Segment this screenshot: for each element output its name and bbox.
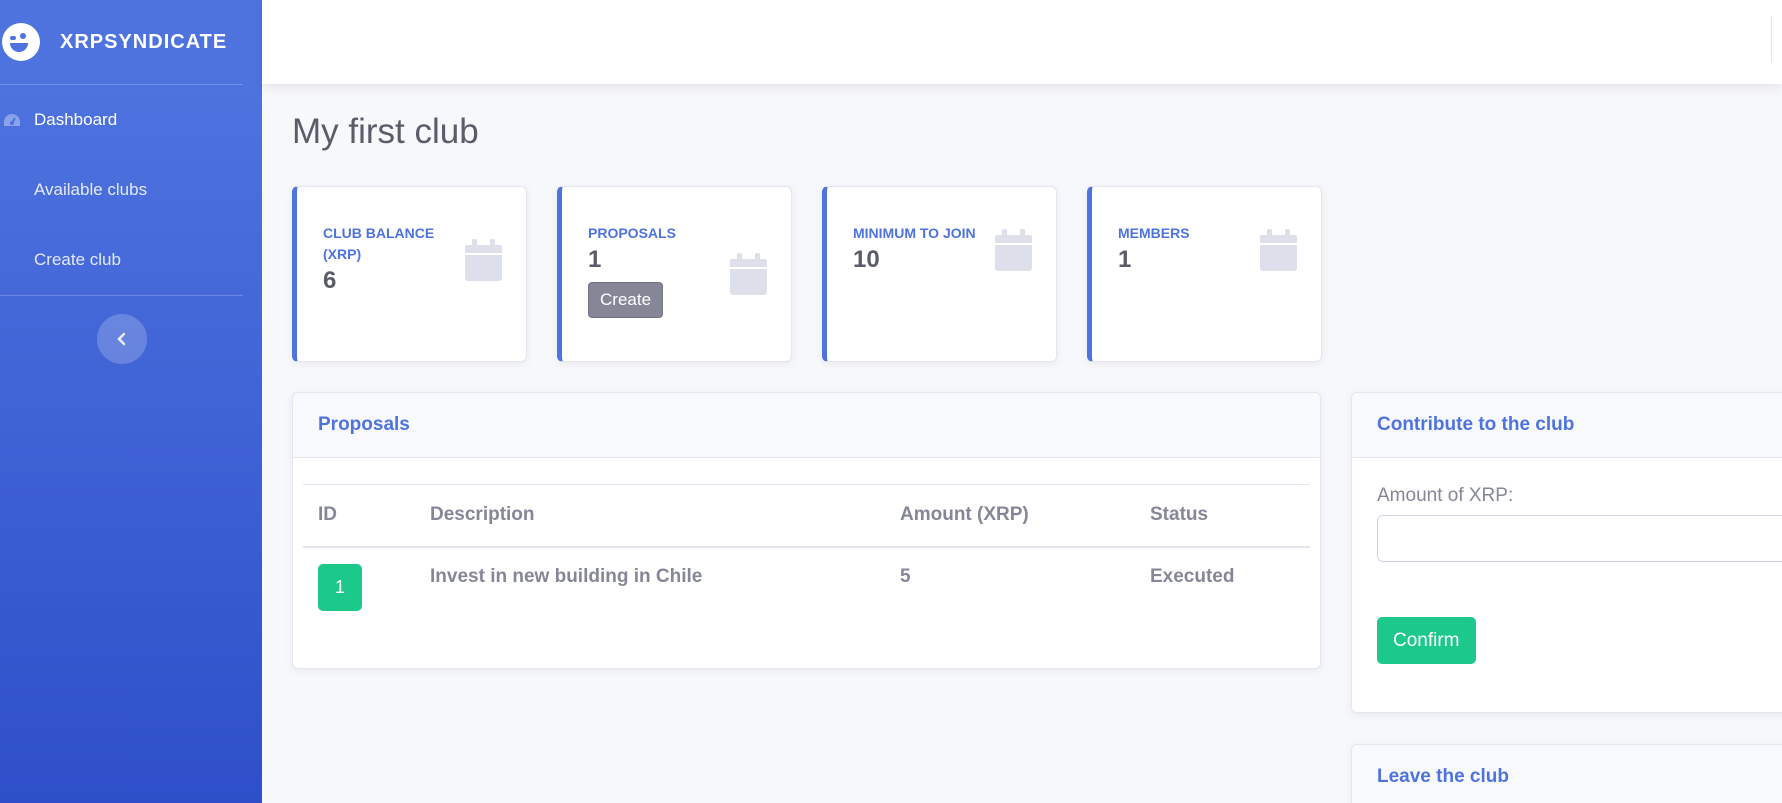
table-row: 1 Invest in new building in Chile 5 Exec… (303, 547, 1310, 623)
column-header-status: Status (1135, 484, 1310, 548)
sidebar-item-label: Create club (34, 250, 121, 269)
contribute-card-title: Contribute to the club (1352, 393, 1782, 458)
calendar-icon (1260, 229, 1297, 271)
leave-card-title: Leave the club (1352, 745, 1782, 803)
proposal-id-button[interactable]: 1 (318, 563, 362, 611)
proposals-table: ID Description Amount (XRP) Status 1 Inv… (303, 484, 1310, 623)
calendar-icon (465, 239, 502, 281)
sidebar-item-dashboard[interactable]: Dashboard (0, 85, 262, 155)
page-title: My first club (292, 112, 479, 151)
proposal-description-cell: Invest in new building in Chile (430, 565, 703, 587)
stat-card-members: MEMBERS 1 (1087, 186, 1322, 362)
contribute-card: Contribute to the club Amount of XRP: Co… (1351, 392, 1782, 713)
wink-face-icon (2, 23, 40, 61)
create-proposal-button[interactable]: Create (588, 282, 664, 318)
stat-card-minimum-to-join: MINIMUM TO JOIN 10 (822, 186, 1057, 362)
column-header-id: ID (303, 484, 415, 548)
leave-card: Leave the club (1351, 744, 1782, 803)
stat-card-proposals: PROPOSALS 1 Create (557, 186, 792, 362)
stat-label: PROPOSALS (588, 225, 676, 241)
brand[interactable]: XRPSYNDICATE (0, 0, 262, 84)
sidebar-item-label: Dashboard (34, 110, 118, 129)
confirm-button[interactable]: Confirm (1377, 617, 1476, 664)
calendar-icon (995, 229, 1032, 271)
sidebar-item-available-clubs[interactable]: Available clubs (0, 155, 262, 225)
topbar-divider (1771, 16, 1772, 62)
proposal-status-cell: Executed (1150, 565, 1235, 587)
stat-label: CLUB BALANCE (XRP) (323, 225, 435, 262)
topbar (262, 0, 1782, 84)
proposals-card: Proposals ID Description Amount (XRP) St… (292, 392, 1321, 669)
proposal-amount-cell: 5 (900, 565, 911, 587)
brand-name: XRPSYNDICATE (60, 30, 228, 53)
table-header-row: ID Description Amount (XRP) Status (303, 484, 1310, 548)
column-header-amount: Amount (XRP) (885, 484, 1135, 548)
stat-card-club-balance: CLUB BALANCE (XRP) 6 (292, 186, 527, 362)
amount-label: Amount of XRP: (1377, 485, 1514, 506)
stat-label: MEMBERS (1118, 225, 1190, 241)
proposals-card-title: Proposals (293, 393, 1320, 458)
sidebar-toggle-button[interactable] (97, 314, 147, 364)
column-header-description: Description (415, 484, 885, 548)
sidebar-item-create-club[interactable]: Create club (0, 225, 262, 295)
sidebar-divider (0, 295, 243, 296)
tachometer-icon (4, 114, 20, 126)
proposal-id-cell: 1 (303, 547, 415, 623)
sidebar-item-label: Available clubs (34, 180, 148, 199)
sidebar: XRPSYNDICATE Dashboard Available clubs C… (0, 0, 262, 803)
stat-label: MINIMUM TO JOIN (853, 225, 976, 241)
chevron-left-icon (117, 332, 126, 346)
amount-input[interactable] (1377, 515, 1782, 562)
calendar-icon (730, 253, 767, 295)
